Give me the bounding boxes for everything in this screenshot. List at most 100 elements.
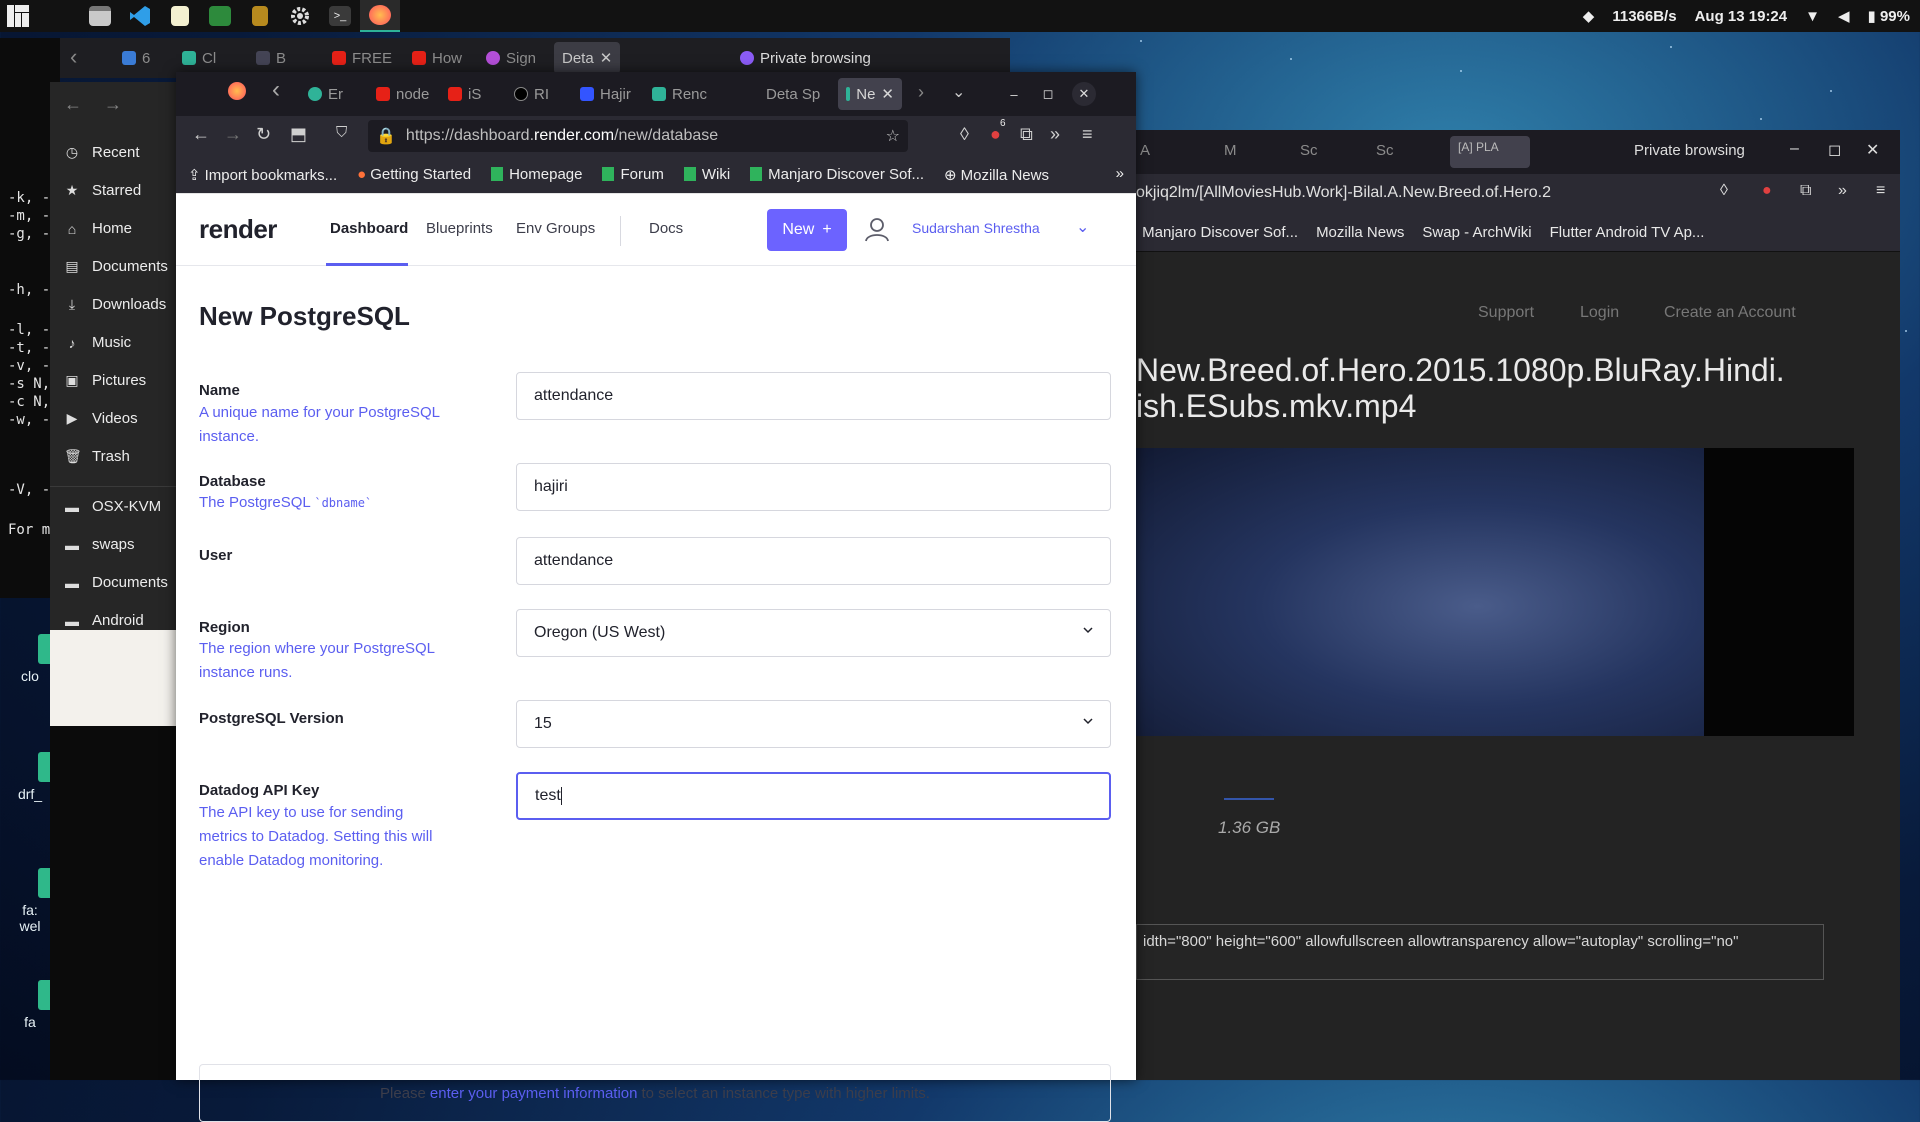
reload-icon[interactable]: ↻ [256, 124, 271, 145]
tab[interactable]: How [412, 42, 462, 74]
tab[interactable]: Cl [182, 42, 216, 74]
user-name[interactable]: Sudarshan Shrestha [912, 220, 1040, 236]
settings-gear-icon[interactable] [280, 0, 320, 32]
region-link[interactable]: region [229, 640, 271, 657]
bookmark[interactable]: Manjaro Discover Sof... [750, 166, 924, 183]
battery-icon[interactable]: ▮ [1868, 8, 1876, 25]
bookmark[interactable]: ⊕ Mozilla News [944, 166, 1049, 184]
tab-active[interactable]: Ne ✕ [838, 78, 902, 110]
wifi-icon[interactable]: ▼ [1805, 8, 1820, 25]
tab[interactable]: A [1140, 142, 1150, 159]
bookmark[interactable]: Flutter Android TV Ap... [1550, 224, 1705, 241]
minimize-icon[interactable]: – [1790, 140, 1799, 158]
chevron-right-icon[interactable]: › [918, 82, 924, 103]
vscode-app-icon[interactable] [120, 0, 160, 32]
close-icon[interactable]: ✕ [881, 85, 894, 103]
datadog-api-key-input[interactable]: test [516, 772, 1111, 820]
volume-icon[interactable]: ◀ [1838, 7, 1850, 25]
text-editor-app-icon[interactable] [160, 0, 200, 32]
sidebar-bookmark[interactable]: ▬ OSX-KVM [64, 498, 161, 515]
chevron-down-icon[interactable]: ⌄ [1076, 217, 1089, 237]
minimize-icon[interactable]: – [1002, 82, 1026, 106]
tab[interactable]: node [376, 78, 429, 110]
tab[interactable]: B [256, 42, 286, 74]
tab-active[interactable]: [A] PLA [1450, 136, 1530, 168]
menu-icon[interactable]: ≡ [1876, 182, 1885, 200]
bookmark[interactable]: Homepage [491, 166, 582, 183]
shield-icon[interactable]: ◆ [1583, 7, 1595, 25]
firefox-app-icon[interactable] [360, 0, 400, 32]
user-input[interactable]: attendance [516, 537, 1111, 585]
payment-link[interactable]: enter your payment information [430, 1085, 638, 1102]
menu-icon[interactable]: ≡ [1082, 124, 1093, 145]
nav-env-groups[interactable]: Env Groups [516, 220, 595, 237]
terminal-app-icon[interactable]: >_ [320, 0, 360, 32]
back-arrow-icon[interactable]: ← [192, 124, 210, 145]
extensions-icon[interactable]: ⧉ [1020, 124, 1033, 145]
sidebar-item-trash[interactable]: 🗑 Trash [64, 448, 130, 465]
close-icon[interactable]: ✕ [1866, 140, 1879, 160]
back-arrow-icon[interactable]: ← [64, 94, 82, 115]
new-button[interactable]: New + [767, 209, 847, 251]
extensions-icon[interactable]: ⧉ [1800, 182, 1811, 200]
tab[interactable]: Er [308, 78, 343, 110]
files-app-icon[interactable] [80, 0, 120, 32]
bookmark[interactable]: Forum [602, 166, 664, 183]
sidebar-item-downloads[interactable]: ⤓ Downloads [64, 296, 166, 313]
maximize-icon[interactable]: ◻ [1828, 140, 1841, 160]
nav-docs[interactable]: Docs [649, 220, 683, 237]
video-thumbnail[interactable] [1136, 448, 1704, 736]
screenshot-icon[interactable]: ⬒ [290, 124, 307, 145]
nav-support[interactable]: Support [1478, 304, 1534, 322]
url-text[interactable]: okjiq2lm/[AllMoviesHub.Work]-Bilal.A.New… [1136, 184, 1606, 202]
shield-icon[interactable]: ⛉ [336, 124, 347, 141]
bookmark-import[interactable]: ⇪ Import bookmarks... [188, 166, 337, 184]
chevron-left-icon[interactable]: ‹ [70, 44, 77, 70]
bookmark[interactable]: ● Getting Started [357, 166, 471, 183]
sidebar-item-music[interactable]: ♪ Music [64, 334, 132, 351]
tab[interactable]: Sc [1376, 142, 1394, 159]
overflow-icon[interactable]: » [1050, 124, 1060, 145]
url-bar[interactable]: 🔒 https://dashboard. render.com/new/datab… [368, 120, 908, 152]
tab-active[interactable]: Deta ✕ [554, 42, 621, 74]
name-input[interactable]: attendance [516, 372, 1111, 420]
nav-create-account[interactable]: Create an Account [1664, 304, 1796, 322]
forward-arrow-icon[interactable]: → [224, 124, 242, 145]
sidebar-item-videos[interactable]: ▶ Videos [64, 410, 138, 427]
sidebar-item-documents[interactable]: ▤ Documents [64, 258, 168, 275]
sidebar-item-starred[interactable]: ★ Starred [64, 182, 141, 199]
main-browser-window[interactable]: ‹ Er node iS RI Hajir Renc Deta Sp Ne ✕ ›… [176, 72, 1136, 1122]
render-logo[interactable]: render [199, 214, 277, 245]
pocket-icon[interactable]: ◊ [960, 124, 969, 145]
nav-blueprints[interactable]: Blueprints [426, 220, 493, 237]
embed-code-textarea[interactable]: idth="800" height="600" allowfullscreen … [1136, 924, 1824, 980]
bookmark-star-icon[interactable]: ☆ [886, 126, 900, 146]
pocket-icon[interactable]: ◊ [1720, 182, 1728, 200]
nav-login[interactable]: Login [1580, 304, 1619, 322]
overflow-icon[interactable]: » [1838, 182, 1847, 200]
chevron-down-icon[interactable]: ⌄ [952, 82, 965, 102]
bookmark[interactable]: Mozilla News [1316, 224, 1404, 241]
clock[interactable]: Aug 13 19:24 [1695, 8, 1788, 25]
media-app-icon[interactable] [240, 0, 280, 32]
sidebar-item-home[interactable]: ⌂ Home [64, 220, 132, 237]
tab[interactable]: RI [514, 78, 549, 110]
manjaro-menu-icon[interactable] [0, 0, 36, 32]
forward-arrow-icon[interactable]: → [104, 94, 122, 115]
user-icon[interactable] [864, 216, 890, 242]
sidebar-item-pictures[interactable]: ▣ Pictures [64, 372, 146, 389]
system-monitor-app-icon[interactable] [200, 0, 240, 32]
tab[interactable]: M [1224, 142, 1237, 159]
maximize-icon[interactable]: ◻ [1036, 82, 1060, 106]
ublock-icon[interactable]: ● 6 [990, 118, 1006, 145]
bookmark[interactable]: Manjaro Discover Sof... [1142, 224, 1298, 241]
database-input[interactable]: hajiri [516, 463, 1111, 511]
tab[interactable]: Renc [652, 78, 707, 110]
bookmark[interactable]: Swap - ArchWiki [1422, 224, 1531, 241]
close-window-icon[interactable]: ✕ [1072, 82, 1096, 106]
sidebar-bookmark[interactable]: ▬ Documents [64, 574, 168, 591]
ublock-icon[interactable]: ● [1762, 182, 1772, 200]
sidebar-bookmark[interactable]: ▬ Android [64, 612, 144, 629]
tab[interactable]: iS [448, 78, 481, 110]
bookmark[interactable]: Wiki [683, 166, 730, 183]
